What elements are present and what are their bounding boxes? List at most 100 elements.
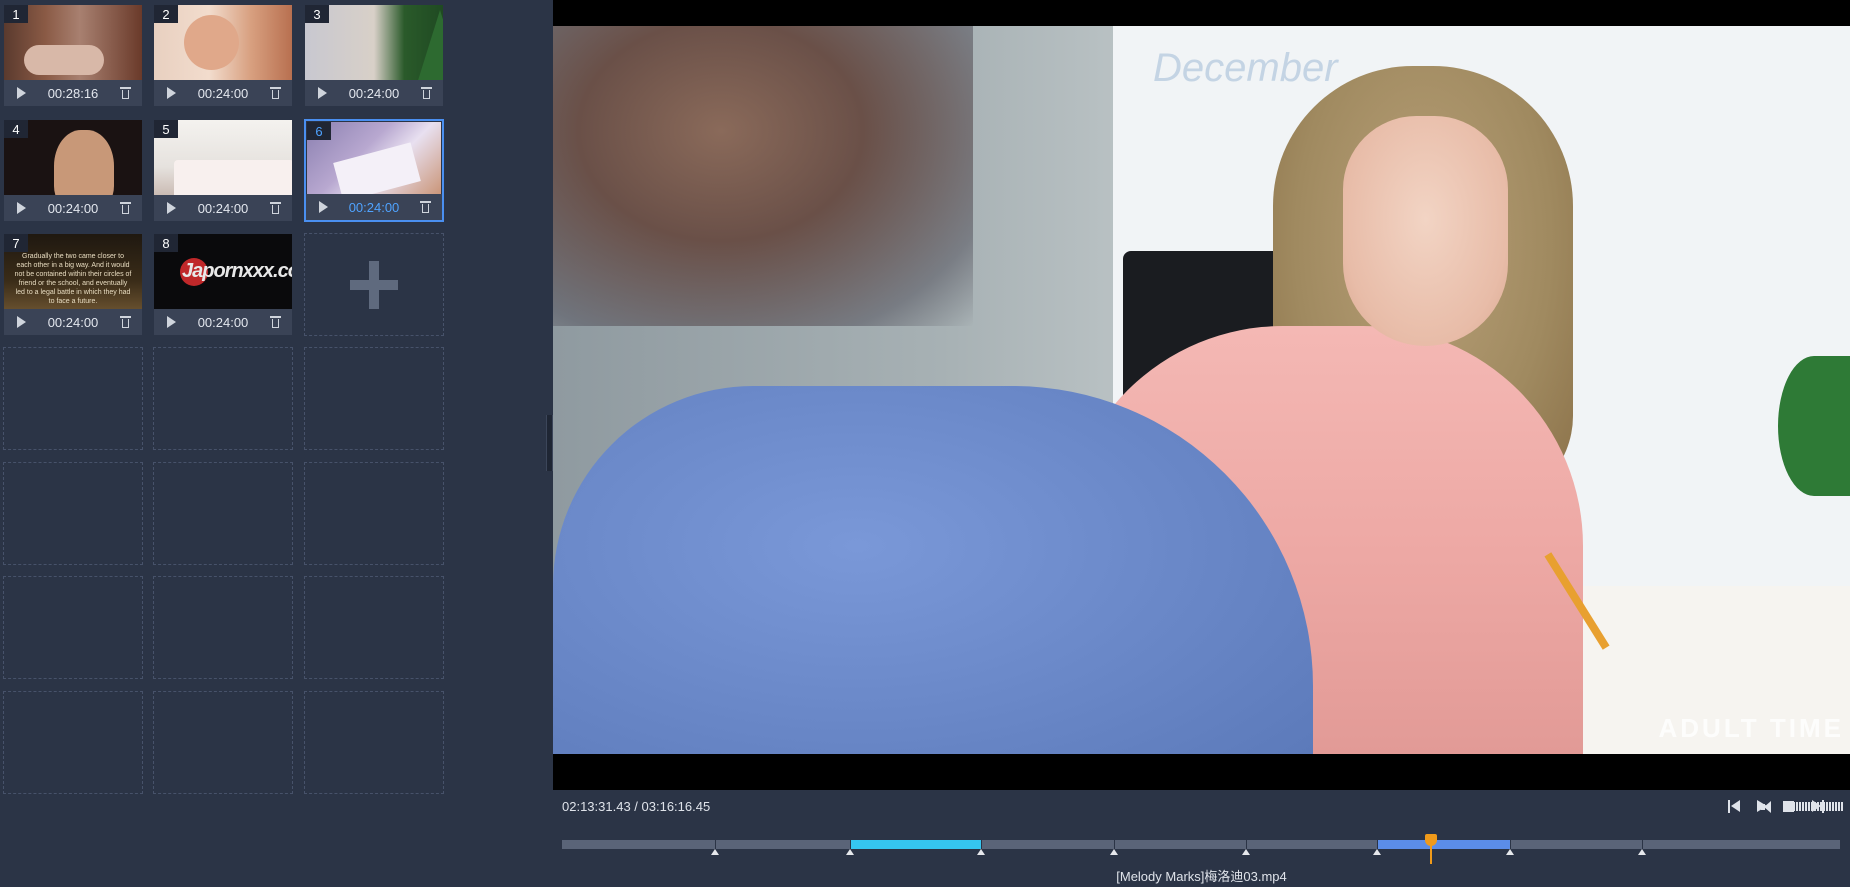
clip-thumbnail[interactable]: 1 (4, 5, 142, 83)
play-icon[interactable] (17, 316, 26, 328)
segment-marker[interactable] (845, 849, 854, 855)
clip-thumbnail[interactable]: 4 (4, 120, 142, 198)
clip-number: 4 (4, 120, 28, 138)
clip-thumbnail[interactable]: Gradually the two came closer to each ot… (4, 234, 142, 312)
empty-clip-slot[interactable] (304, 576, 444, 679)
segment-marker[interactable] (711, 849, 720, 855)
clip-thumbnail[interactable]: 6 (307, 122, 441, 200)
play-icon[interactable] (17, 202, 26, 214)
clip-item[interactable]: 2 00:24:00 (153, 4, 293, 107)
thumbnail-logo: Japornxxx.com (182, 260, 292, 282)
empty-clip-slot[interactable] (304, 691, 444, 794)
clip-duration: 00:28:16 (47, 85, 99, 101)
segment-marker[interactable] (1110, 849, 1119, 855)
video-plant (1778, 356, 1850, 496)
trash-icon[interactable] (421, 86, 432, 100)
trash-icon[interactable] (420, 200, 431, 214)
clip-item[interactable]: 1 00:28:16 (3, 4, 143, 107)
play-icon[interactable] (319, 201, 328, 213)
volume-icon[interactable] (1761, 800, 1777, 814)
trash-icon[interactable] (120, 201, 131, 215)
clip-controls: 00:24:00 (305, 80, 443, 106)
thumbnail-shape (54, 130, 114, 198)
play-icon[interactable] (167, 87, 176, 99)
add-clip-button[interactable] (304, 233, 444, 336)
thumbnail-caption: Gradually the two came closer to each ot… (14, 253, 132, 305)
segment-marker[interactable] (1241, 849, 1250, 855)
empty-clip-slot[interactable] (304, 462, 444, 565)
thumbnail-shape (415, 10, 443, 83)
current-filename: [Melody Marks]梅洛迪03.mp4 (1116, 869, 1287, 884)
clip-controls: 00:24:00 (154, 309, 292, 335)
empty-clip-slot[interactable] (3, 576, 143, 679)
play-icon[interactable] (167, 316, 176, 328)
volume-slider[interactable] (1784, 802, 1844, 811)
clip-item[interactable]: 5 00:24:00 (153, 119, 293, 222)
segment-divider (1245, 840, 1247, 849)
clip-item[interactable]: 6 00:24:00 (304, 119, 444, 222)
clip-number: 1 (4, 5, 28, 23)
thumbnail-shape (24, 45, 104, 75)
play-icon[interactable] (318, 87, 327, 99)
segment-divider (981, 840, 983, 849)
segment-divider (1641, 840, 1643, 849)
clip-item[interactable]: Japornxxx.com8 00:24:00 (153, 233, 293, 336)
trash-icon[interactable] (120, 86, 131, 100)
clip-thumbnail[interactable]: 3 (305, 5, 443, 83)
clip-number: 2 (154, 5, 178, 23)
empty-clip-slot[interactable] (153, 691, 293, 794)
clip-controls: 00:24:00 (154, 80, 292, 106)
clip-duration: 00:24:00 (47, 314, 99, 330)
clip-library-panel: 1 00:28:16 2 00:24:00 3 00:24:00 4 00:24:00 5 00:… (0, 0, 546, 887)
clip-thumbnail[interactable]: Japornxxx.com8 (154, 234, 292, 312)
clip-thumbnail[interactable]: 5 (154, 120, 292, 198)
clip-item[interactable]: 3 00:24:00 (304, 4, 444, 107)
trash-icon[interactable] (270, 86, 281, 100)
timeline: [Melody Marks]梅洛迪03.mp4 (553, 824, 1850, 887)
video-frame[interactable]: December ADULT TIME (553, 26, 1850, 754)
clip-duration: 00:24:00 (47, 200, 99, 216)
video-watermark: ADULT TIME (1658, 713, 1844, 743)
empty-clip-slot[interactable] (3, 691, 143, 794)
segment-marker[interactable] (1373, 849, 1382, 855)
clip-number: 5 (154, 120, 178, 138)
empty-clip-slot[interactable] (153, 576, 293, 679)
segment-divider (715, 840, 717, 849)
segment-marker[interactable] (1637, 849, 1646, 855)
play-icon[interactable] (167, 202, 176, 214)
clip-number: 8 (154, 234, 178, 252)
video-foreground-head (553, 26, 973, 326)
segment-divider (1114, 840, 1116, 849)
previous-icon[interactable] (1728, 800, 1740, 813)
empty-clip-slot[interactable] (3, 347, 143, 450)
segment-marker[interactable] (1506, 849, 1515, 855)
segment-divider (849, 840, 851, 849)
clip-controls: 00:24:00 (306, 194, 442, 220)
empty-clip-slot[interactable] (153, 347, 293, 450)
empty-clip-slot[interactable] (3, 462, 143, 565)
trash-icon[interactable] (270, 201, 281, 215)
clip-controls: 00:24:00 (154, 195, 292, 221)
playhead-line (1430, 840, 1433, 864)
timeline-segment-highlight[interactable] (849, 840, 982, 849)
video-player: December ADULT TIME 02:13:31.43 / 03:16:… (553, 0, 1850, 887)
clip-number: 6 (307, 122, 331, 140)
clip-number: 3 (305, 5, 329, 23)
segment-marker[interactable] (977, 849, 986, 855)
clip-item[interactable]: Gradually the two came closer to each ot… (3, 233, 143, 336)
splitter-handle[interactable] (546, 415, 553, 471)
clip-controls: 00:28:16 (4, 80, 142, 106)
timeline-segment-highlight[interactable] (1377, 840, 1511, 849)
clip-number: 7 (4, 234, 28, 252)
clip-thumbnail[interactable]: 2 (154, 5, 292, 83)
empty-clip-slot[interactable] (304, 347, 444, 450)
play-icon[interactable] (17, 87, 26, 99)
empty-clip-slot[interactable] (153, 462, 293, 565)
transport-bar: 02:13:31.43 / 03:16:16.45 (553, 790, 1850, 824)
video-board-text: December (1153, 46, 1338, 90)
timeline-track[interactable] (562, 834, 1840, 864)
trash-icon[interactable] (270, 315, 281, 329)
segment-divider (1510, 840, 1512, 849)
clip-item[interactable]: 4 00:24:00 (3, 119, 143, 222)
trash-icon[interactable] (120, 315, 131, 329)
